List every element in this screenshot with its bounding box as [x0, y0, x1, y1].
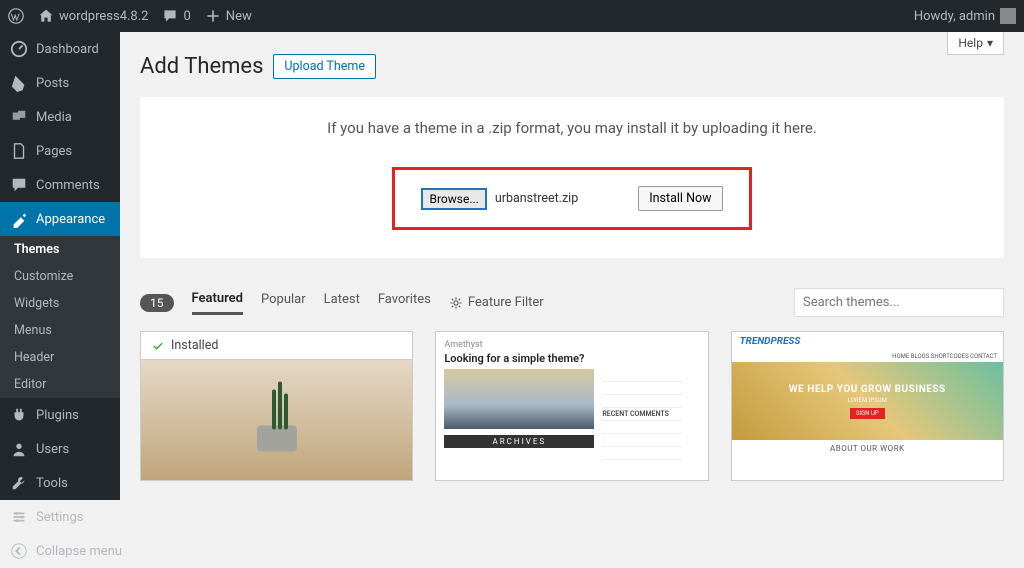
sidebar-item-media[interactable]: Media	[0, 100, 120, 134]
gear-icon	[449, 296, 463, 310]
tab-favorites[interactable]: Favorites	[378, 292, 431, 313]
new-content-link[interactable]: New	[205, 8, 252, 24]
submenu-editor[interactable]: Editor	[0, 371, 120, 398]
wp-logo[interactable]	[8, 8, 24, 24]
theme-preview-hero: WE HELP YOU GROW BUSINESS	[789, 384, 946, 395]
sidebar-item-label: Appearance	[36, 212, 105, 227]
theme-preview-section: ARCHIVES	[444, 435, 594, 448]
installed-label: Installed	[171, 338, 218, 353]
theme-thumbnail: TRENDPRESS HOME BLOGS SHORTCODES CONTACT…	[732, 332, 1003, 480]
sidebar-item-appearance[interactable]: Appearance	[0, 202, 120, 236]
install-now-button[interactable]: Install Now	[638, 186, 722, 211]
sidebar-item-tools[interactable]: Tools	[0, 466, 120, 500]
theme-preview-cta: SIGN UP	[850, 408, 885, 419]
sidebar-item-label: Posts	[36, 76, 69, 91]
main-content: Help ▾ Add Themes Upload Theme If you hav…	[120, 32, 1024, 500]
admin-toolbar: wordpress4.8.2 0 New Howdy, admin	[0, 0, 1024, 32]
help-tab[interactable]: Help ▾	[947, 32, 1004, 55]
upload-panel: If you have a theme in a .zip format, yo…	[140, 97, 1004, 258]
comments-link[interactable]: 0	[162, 8, 190, 24]
sidebar-item-plugins[interactable]: Plugins	[0, 398, 120, 432]
sidebar-item-label: Collapse menu	[36, 544, 122, 559]
sidebar-collapse[interactable]: Collapse menu	[0, 534, 120, 568]
appearance-submenu: Themes Customize Widgets Menus Header Ed…	[0, 236, 120, 398]
help-label: Help	[958, 36, 983, 50]
search-themes-input[interactable]	[794, 288, 1004, 317]
theme-preview-logo: TRENDPRESS	[732, 332, 1003, 351]
upload-form: Browse... urbanstreet.zip Install Now	[392, 167, 751, 230]
tab-popular[interactable]: Popular	[261, 292, 306, 313]
feature-filter-button[interactable]: Feature Filter	[449, 295, 544, 310]
check-icon	[151, 339, 165, 353]
user-menu[interactable]: Howdy, admin	[914, 8, 1016, 24]
theme-preview-brand: Amethyst	[444, 340, 699, 350]
sidebar-item-comments[interactable]: Comments	[0, 168, 120, 202]
sidebar-item-label: Pages	[36, 144, 72, 159]
theme-preview-sub: LOREM IPSUM	[848, 397, 887, 404]
theme-thumbnail	[141, 360, 412, 480]
submenu-customize[interactable]: Customize	[0, 263, 120, 290]
sidebar-item-label: Tools	[36, 476, 68, 491]
theme-card[interactable]: Amethyst Looking for a simple theme? ARC…	[435, 331, 708, 481]
upload-instructions: If you have a theme in a .zip format, yo…	[160, 119, 984, 137]
sidebar-item-pages[interactable]: Pages	[0, 134, 120, 168]
theme-grid: Installed Amethyst Looking for a simple …	[140, 331, 1004, 481]
comments-count: 0	[183, 9, 190, 24]
submenu-header[interactable]: Header	[0, 344, 120, 371]
sidebar-item-label: Comments	[36, 178, 100, 193]
tab-latest[interactable]: Latest	[324, 292, 360, 313]
theme-count-badge: 15	[140, 294, 174, 312]
theme-preview-section: ABOUT OUR WORK	[732, 440, 1003, 457]
sidebar-item-dashboard[interactable]: Dashboard	[0, 32, 120, 66]
theme-card[interactable]: TRENDPRESS HOME BLOGS SHORTCODES CONTACT…	[731, 331, 1004, 481]
tab-featured[interactable]: Featured	[192, 291, 244, 315]
howdy-text: Howdy, admin	[914, 9, 995, 24]
theme-preview-sidehead: RECENT COMMENTS	[602, 408, 682, 421]
chevron-down-icon: ▾	[987, 36, 993, 50]
sidebar-item-label: Settings	[36, 510, 83, 525]
submenu-menus[interactable]: Menus	[0, 317, 120, 344]
sidebar-item-label: Media	[36, 110, 72, 125]
browse-button[interactable]: Browse...	[421, 188, 486, 210]
theme-preview-nav: HOME BLOGS SHORTCODES CONTACT	[732, 351, 1003, 362]
site-name: wordpress4.8.2	[59, 9, 148, 24]
submenu-themes[interactable]: Themes	[0, 236, 120, 263]
page-title: Add Themes	[140, 54, 263, 79]
admin-sidebar: Dashboard Posts Media Pages Comments App…	[0, 32, 120, 500]
theme-thumbnail: Amethyst Looking for a simple theme? ARC…	[436, 332, 707, 468]
sidebar-item-users[interactable]: Users	[0, 432, 120, 466]
sidebar-item-label: Dashboard	[36, 42, 99, 57]
sidebar-item-posts[interactable]: Posts	[0, 66, 120, 100]
site-home-link[interactable]: wordpress4.8.2	[38, 8, 148, 24]
installed-badge: Installed	[141, 332, 412, 360]
theme-filter-bar: 15 Featured Popular Latest Favorites Fea…	[140, 288, 1004, 317]
theme-card[interactable]: Installed	[140, 331, 413, 481]
upload-theme-button[interactable]: Upload Theme	[273, 54, 376, 79]
selected-filename: urbanstreet.zip	[495, 191, 578, 206]
sidebar-item-label: Plugins	[36, 408, 79, 423]
sidebar-item-label: Users	[36, 442, 69, 457]
theme-preview-headline: Looking for a simple theme?	[444, 352, 699, 365]
submenu-widgets[interactable]: Widgets	[0, 290, 120, 317]
feature-filter-label: Feature Filter	[468, 295, 544, 310]
avatar	[1000, 8, 1016, 24]
new-label: New	[226, 9, 252, 24]
sidebar-item-settings[interactable]: Settings	[0, 500, 120, 534]
